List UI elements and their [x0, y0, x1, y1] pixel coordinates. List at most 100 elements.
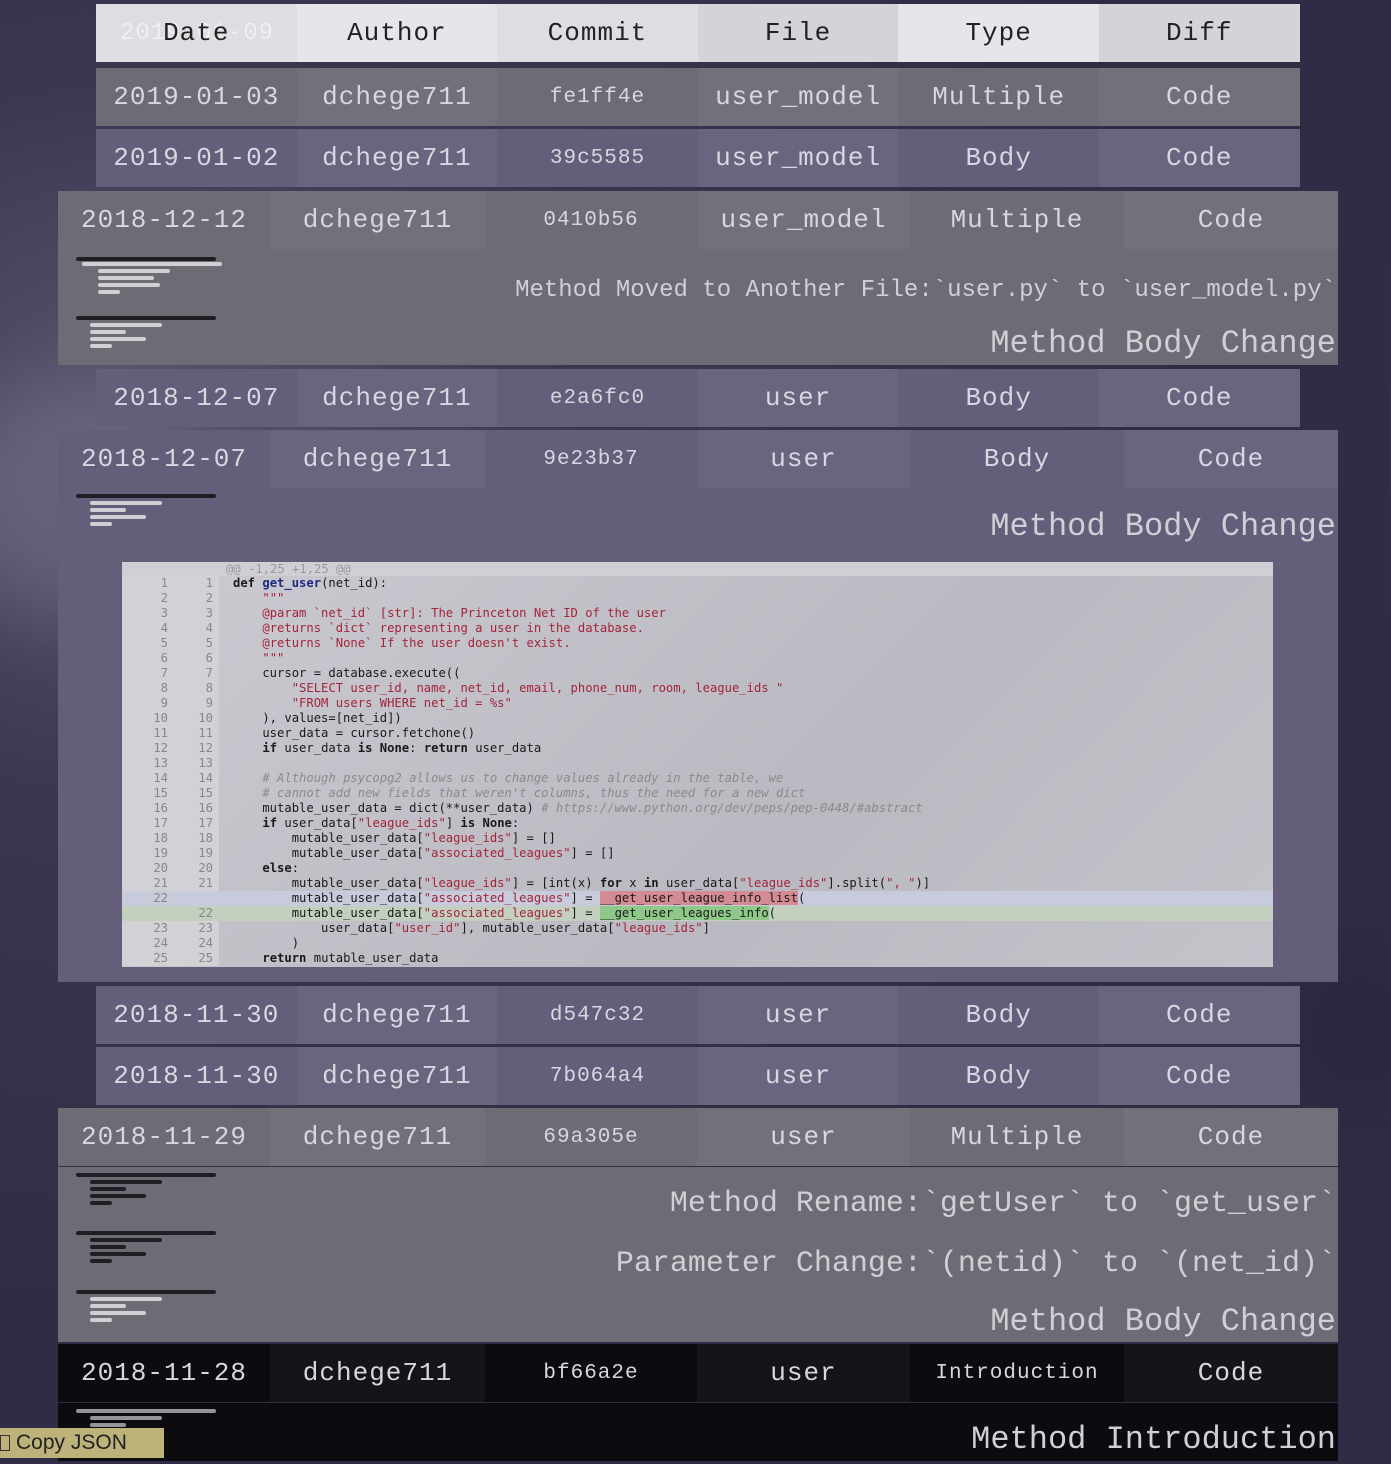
code-text: "FROM users WHERE net_id = %s": [291, 696, 512, 710]
diff-line: 22 mutable_user_data["associated_leagues…: [122, 906, 1273, 921]
new-line-number: 10: [168, 711, 219, 726]
cell-commit[interactable]: 0410b56: [485, 191, 697, 249]
table-row[interactable]: 2018-11-30 dchege711 7b064a4 user Body Code: [96, 1047, 1300, 1105]
cell-commit[interactable]: 39c5585: [497, 129, 698, 187]
column-header-type[interactable]: Type: [898, 4, 1099, 62]
clipboard-icon: [0, 1435, 10, 1451]
column-header-file[interactable]: File: [697, 4, 899, 62]
cell-date: 2019-01-02: [113, 143, 280, 173]
table-row[interactable]: 2018-11-29 dchege711 69a305e user Multiple Co…: [58, 1108, 1338, 1166]
code-text: """: [262, 651, 285, 665]
cell-commit[interactable]: fe1ff4e: [497, 68, 698, 126]
cell-file: user: [697, 986, 899, 1044]
copy-json-label: Copy JSON: [16, 1431, 127, 1454]
code-text: ), values=[net_id]): [233, 711, 402, 725]
diff-line: 99 "FROM users WHERE net_id = %s": [122, 696, 1273, 711]
code-text: mutable_user_data["associated_leagues"] …: [233, 891, 806, 905]
old-line-number: 17: [122, 816, 168, 831]
cell-type: Body: [965, 1061, 1032, 1091]
table-row[interactable]: 2018-12-12 dchege711 0410b56 user_model Mult…: [58, 191, 1338, 249]
cell-commit[interactable]: bf66a2e: [485, 1344, 697, 1402]
new-line-number: 3: [168, 606, 219, 621]
old-line-number: 23: [122, 921, 168, 936]
new-line-number: 11: [168, 726, 219, 741]
change-note: Method Rename:`getUser` to `get_user`: [669, 1187, 1336, 1221]
change-note: Method Body Change: [990, 325, 1336, 362]
cell-diff[interactable]: Code: [1124, 191, 1338, 249]
new-line-number: 21: [168, 876, 219, 891]
diff-line: 22 """: [122, 591, 1273, 606]
cell-diff[interactable]: Code: [1098, 1047, 1300, 1105]
cell-diff[interactable]: Code: [1098, 369, 1300, 427]
code-text: mutable_user_data["league_ids"] = []: [233, 831, 556, 845]
old-line-number: 20: [122, 861, 168, 876]
new-line-number: 9: [168, 696, 219, 711]
diff-line: 22 mutable_user_data["associated_leagues…: [122, 891, 1273, 906]
diff-line: 77 cursor = database.execute((: [122, 666, 1273, 681]
cell-diff[interactable]: Code: [1098, 68, 1300, 126]
column-header-diff[interactable]: Diff: [1098, 4, 1300, 62]
column-header-author[interactable]: Author: [296, 4, 498, 62]
cell-date: 2018-11-29: [80, 1122, 248, 1152]
change-note: Method Moved to Another File:`user.py` t…: [515, 277, 1336, 304]
table-row[interactable]: 2019-01-03 dchege711 fe1ff4e user_model Mult…: [96, 68, 1300, 126]
new-line-number: 4: [168, 621, 219, 636]
code-text: else:: [262, 861, 300, 875]
new-line-number: 17: [168, 816, 219, 831]
change-note: Method Body Change: [990, 1303, 1336, 1340]
old-line-number: 15: [122, 786, 168, 801]
table-row[interactable]: 2018-12-07 dchege711 9e23b37 user Body Code: [58, 430, 1338, 488]
diff-line: 23 23 user_data["user_id"], mutable_user_…: [122, 921, 1273, 936]
cell-diff[interactable]: Code: [1124, 1108, 1338, 1166]
change-note: Parameter Change:`(netid)` to `(net_id)`: [615, 1247, 1336, 1281]
cell-commit[interactable]: d547c32: [497, 986, 698, 1044]
cell-date: 2018-12-07: [113, 383, 280, 413]
code-text: mutable_user_data = dict(**user_data) # …: [233, 801, 923, 815]
old-line-number: 25: [122, 951, 168, 966]
cell-commit[interactable]: 69a305e: [485, 1108, 697, 1166]
column-header-commit[interactable]: Commit: [497, 4, 698, 62]
old-line-number: 7: [122, 666, 168, 681]
new-line-number: 6: [168, 651, 219, 666]
cell-diff[interactable]: Code: [1124, 1344, 1338, 1402]
cell-commit[interactable]: 7b064a4: [497, 1047, 698, 1105]
diff-line: 14 14 # Although psycopg2 allows us to ch…: [122, 771, 1273, 786]
new-line-number: 1: [168, 576, 219, 591]
cell-commit[interactable]: 9e23b37: [485, 430, 697, 488]
cell-file: user_model: [697, 191, 910, 249]
diff-line: 88 "SELECT user_id, name, net_id, email,…: [122, 681, 1273, 696]
old-line-number: 9: [122, 696, 168, 711]
new-line-number: 2: [168, 591, 219, 606]
cell-diff[interactable]: Code: [1098, 129, 1300, 187]
column-header-date[interactable]: Date: [96, 4, 297, 62]
code-text: "SELECT user_id, name, net_id, email, ph…: [291, 681, 784, 695]
old-line-number: 6: [122, 651, 168, 666]
cell-diff[interactable]: Code: [1124, 430, 1338, 488]
table-row[interactable]: 2018-12-07 dchege711 e2a6fc0 user Body Code: [96, 369, 1300, 427]
code-text: mutable_user_data["associated_leagues"] …: [233, 846, 615, 860]
table-row[interactable]: 2018-11-28 dchege711 bf66a2e user Introducti…: [58, 1344, 1338, 1402]
code-text: def get_user(net_id):: [233, 576, 388, 590]
code-text: @returns `dict` representing a user in t…: [262, 621, 644, 635]
new-line-number: 14: [168, 771, 219, 786]
cell-date: 2018-11-30: [113, 1000, 280, 1030]
table-row[interactable]: 2019-01-02 dchege711 39c5585 user_model Body…: [96, 129, 1300, 187]
diff-line: 11 11 user_data = cursor.fetchone(): [122, 726, 1273, 741]
old-line-number: 21: [122, 876, 168, 891]
old-line-number: 13: [122, 756, 168, 771]
diff-line: 18 18 mutable_user_data["league_ids"] = […: [122, 831, 1273, 846]
cell-date: 2018-12-12: [80, 205, 248, 235]
row-detail: Method Moved to Another File:`user.py` t…: [58, 249, 1338, 365]
diff-line: 15 15 # cannot add new fields that weren'…: [122, 786, 1273, 801]
copy-json-button[interactable]: Copy JSON: [0, 1428, 164, 1458]
cell-type: Body: [965, 143, 1032, 173]
cell-author: dchege711: [270, 191, 485, 249]
cell-file: user: [697, 430, 910, 488]
old-line-number: 5: [122, 636, 168, 651]
cell-date: 2019-01-03: [113, 82, 280, 112]
table-row[interactable]: 2018-11-30 dchege711 d547c32 user Body Code: [96, 986, 1300, 1044]
old-line-number: 12: [122, 741, 168, 756]
diff-line: 20 20 else:: [122, 861, 1273, 876]
cell-commit[interactable]: e2a6fc0: [497, 369, 698, 427]
cell-diff[interactable]: Code: [1098, 986, 1300, 1044]
